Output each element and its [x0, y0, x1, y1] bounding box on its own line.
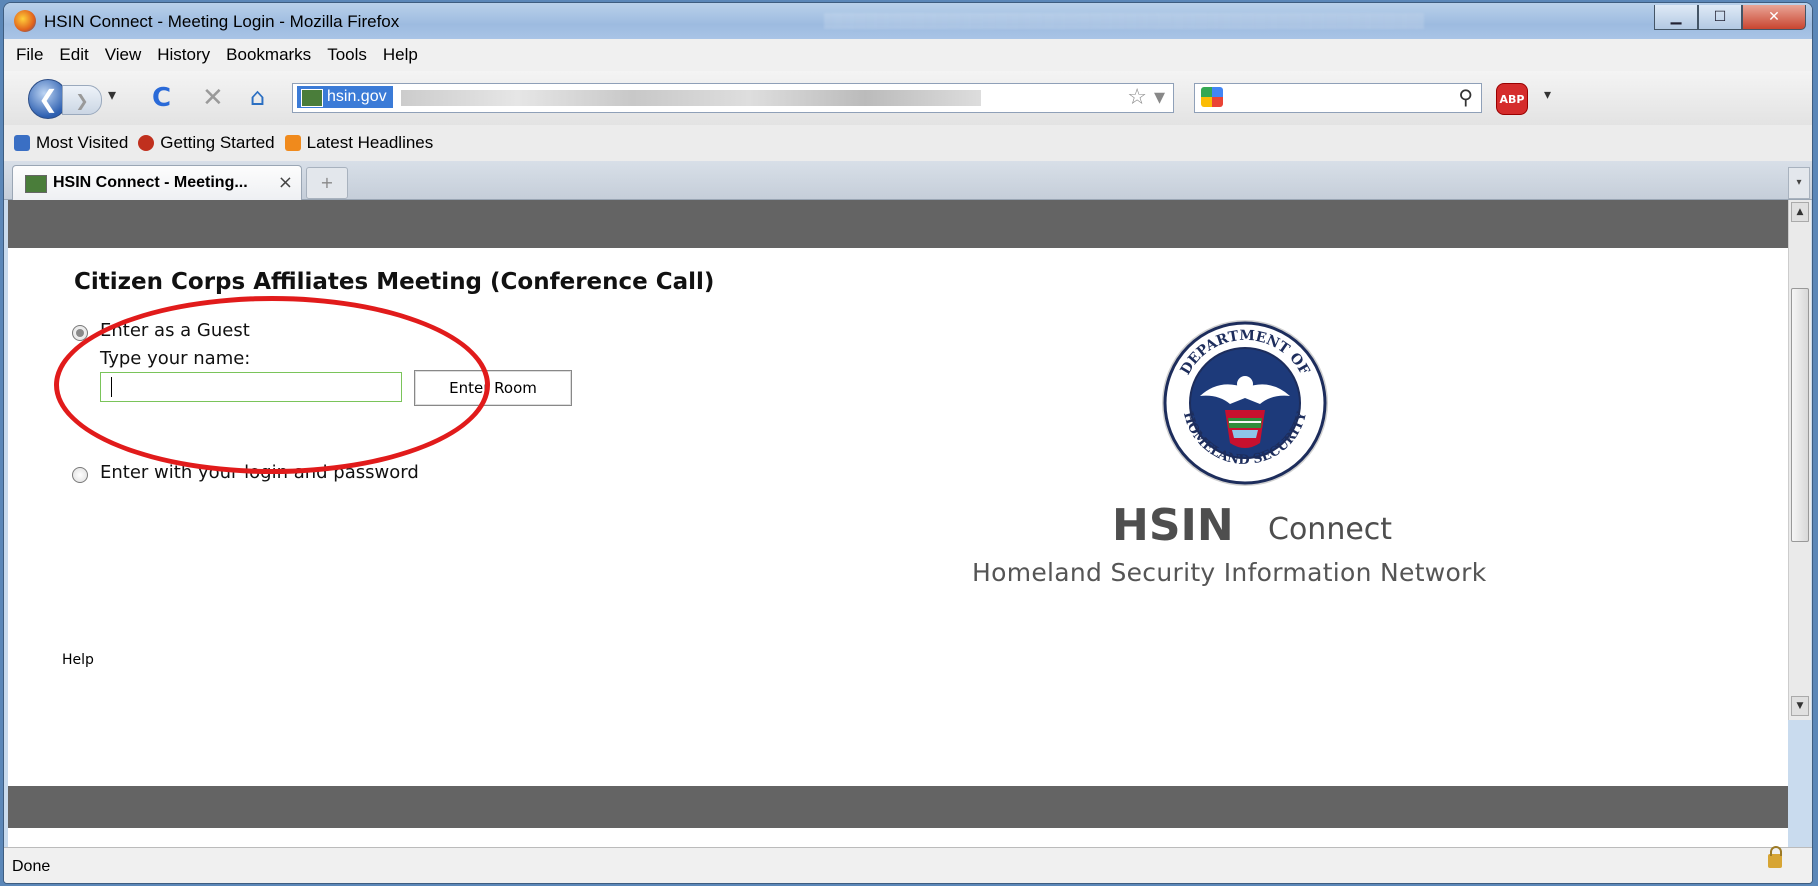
bookmark-star-icon[interactable]: ☆ ▾ [1127, 85, 1165, 110]
rss-icon [284, 135, 301, 151]
home-icon[interactable]: ⌂ [250, 83, 265, 111]
navigation-toolbar: ❮ ❯ ▾ C ✕ ⌂ hsin.gov ☆ ▾ ⚲ ABP ▾ [4, 71, 1812, 125]
menu-file[interactable]: File [16, 45, 43, 65]
bookmark-label: Most Visited [36, 133, 129, 152]
login-option-label[interactable]: Enter with your login and password [100, 462, 419, 483]
window-title: HSIN Connect - Meeting Login - Mozilla F… [44, 12, 400, 31]
brand-network: Homeland Security Information Network [972, 558, 1487, 587]
browser-window: HSIN Connect - Meeting Login - Mozilla F… [3, 2, 1813, 884]
footer-band [8, 786, 1788, 828]
brand-connect: Connect [1268, 512, 1393, 547]
tab-close-icon[interactable]: × [278, 172, 293, 193]
site-favicon-icon [301, 89, 323, 107]
guest-option-label[interactable]: Enter as a Guest [100, 320, 250, 341]
maximize-button[interactable]: ☐ [1698, 5, 1742, 30]
tab-strip: HSIN Connect - Meeting... × + ▾ [4, 161, 1812, 200]
firefox-icon [14, 10, 36, 32]
lock-icon[interactable] [1768, 846, 1782, 868]
bookmark-label: Latest Headlines [306, 133, 434, 152]
stop-icon[interactable]: ✕ [202, 83, 224, 113]
help-link[interactable]: Help [62, 652, 94, 668]
adblock-plus-icon[interactable]: ABP [1496, 83, 1528, 115]
forward-icon[interactable]: ❯ [62, 85, 102, 115]
bookmark-label: Getting Started [160, 133, 275, 152]
header-band [8, 200, 1788, 248]
scroll-up-icon[interactable]: ▲ [1791, 202, 1809, 222]
status-text: Done [12, 858, 51, 875]
tab-list-dropdown-icon[interactable]: ▾ [1788, 167, 1810, 199]
site-domain: hsin.gov [327, 88, 387, 105]
page-content: Citizen Corps Affiliates Meeting (Confer… [8, 200, 1788, 847]
tab-label: HSIN Connect - Meeting... [53, 174, 248, 191]
bookmarks-toolbar: Most Visited Getting Started Latest Head… [4, 125, 1812, 162]
background-window-title [824, 13, 1424, 29]
meeting-title: Citizen Corps Affiliates Meeting (Confer… [74, 269, 715, 295]
menu-tools[interactable]: Tools [327, 45, 367, 65]
scroll-down-icon[interactable]: ▼ [1791, 696, 1809, 716]
enter-room-button[interactable]: Enter Room [414, 370, 572, 406]
status-bar: Done [4, 846, 1812, 883]
vertical-scrollbar[interactable]: ▲ ▼ [1788, 200, 1811, 720]
title-bar: HSIN Connect - Meeting Login - Mozilla F… [4, 3, 1812, 39]
history-dropdown-icon[interactable]: ▾ [108, 85, 116, 104]
tab-favicon-icon [25, 175, 47, 193]
search-box[interactable]: ⚲ [1194, 83, 1482, 113]
bookmark-most-visited[interactable]: Most Visited [14, 133, 128, 153]
menu-history[interactable]: History [157, 45, 210, 65]
menu-bar: File Edit View History Bookmarks Tools H… [4, 39, 1812, 71]
blurred-url [401, 90, 981, 106]
menu-edit[interactable]: Edit [59, 45, 88, 65]
reload-icon[interactable]: C [152, 83, 171, 113]
login-radio[interactable] [72, 467, 88, 483]
close-button[interactable]: ✕ [1742, 5, 1806, 30]
brand-hsin: HSIN [1112, 500, 1234, 551]
new-tab-button[interactable]: + [306, 167, 348, 199]
guest-name-input[interactable] [100, 372, 402, 402]
most-visited-icon [14, 135, 30, 151]
address-bar[interactable]: hsin.gov ☆ ▾ [292, 83, 1174, 113]
menu-bookmarks[interactable]: Bookmarks [226, 45, 311, 65]
google-search-icon[interactable] [1201, 87, 1223, 107]
guest-radio[interactable] [72, 325, 88, 341]
minimize-button[interactable]: ▁ [1654, 5, 1698, 30]
menu-help[interactable]: Help [383, 45, 418, 65]
scrollbar-thumb[interactable] [1791, 288, 1809, 542]
bookmark-getting-started[interactable]: Getting Started [138, 133, 275, 153]
tab-hsin-connect[interactable]: HSIN Connect - Meeting... × [12, 165, 302, 200]
magnifier-icon[interactable]: ⚲ [1458, 85, 1473, 109]
dhs-seal-logo: DEPARTMENT OF HOMELAND SECURITY [1162, 320, 1328, 486]
name-prompt: Type your name: [100, 348, 251, 369]
toolbar-overflow-icon[interactable]: ▾ [1544, 87, 1551, 103]
site-identity-button[interactable]: hsin.gov [297, 86, 393, 108]
menu-view[interactable]: View [105, 45, 142, 65]
bookmark-latest-headlines[interactable]: Latest Headlines [284, 133, 434, 153]
getting-started-icon [138, 135, 155, 151]
text-caret [111, 377, 112, 397]
